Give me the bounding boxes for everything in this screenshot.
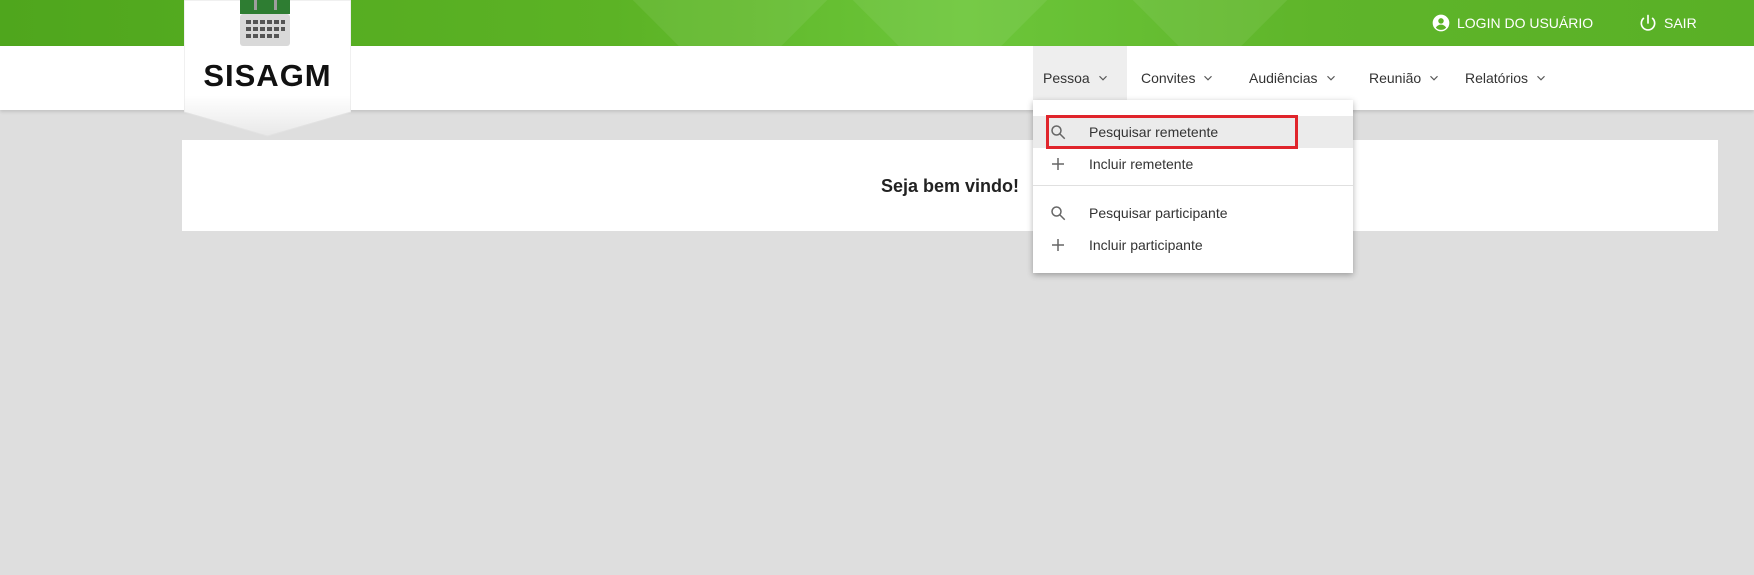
- nav-item-relatorios[interactable]: Relatórios: [1455, 46, 1558, 110]
- decorative-shape: [1082, 0, 1338, 46]
- menu-item-label: Incluir remetente: [1089, 156, 1194, 172]
- account-circle-icon: [1432, 14, 1450, 32]
- pessoa-dropdown-menu: Pesquisar remetente Incluir remetente Pe…: [1033, 100, 1353, 273]
- nav-item-label: Pessoa: [1043, 70, 1090, 86]
- nav-item-reuniao[interactable]: Reunião: [1359, 46, 1451, 110]
- plus-icon: [1052, 239, 1064, 251]
- login-label: LOGIN DO USUÁRIO: [1457, 15, 1594, 31]
- nav-item-label: Relatórios: [1465, 70, 1529, 86]
- power-icon: [1640, 14, 1656, 31]
- login-link[interactable]: LOGIN DO USUÁRIO: [1431, 0, 1593, 46]
- decorative-shape: [602, 0, 858, 46]
- search-icon: [1051, 206, 1066, 221]
- logout-label: SAIR: [1664, 15, 1697, 31]
- calendar-icon: [240, 0, 290, 46]
- menu-item-pesquisar-remetente[interactable]: Pesquisar remetente: [1033, 116, 1353, 148]
- chevron-down-icon: [1204, 75, 1213, 81]
- chevron-down-icon: [1098, 75, 1107, 81]
- chevron-down-icon: [1537, 75, 1545, 81]
- menu-divider: [1033, 185, 1353, 186]
- search-icon: [1051, 125, 1066, 140]
- logo-text: SISAGM: [203, 58, 332, 93]
- chevron-down-icon: [1430, 75, 1439, 81]
- nav-item-label: Audiências: [1249, 70, 1318, 86]
- logo[interactable]: SISAGM: [184, 0, 351, 137]
- menu-item-pesquisar-participante[interactable]: Pesquisar participante: [1033, 197, 1353, 229]
- decorative-shape: [822, 0, 1078, 46]
- menu-item-incluir-participante[interactable]: Incluir participante: [1033, 229, 1353, 261]
- nav-item-label: Reunião: [1369, 70, 1422, 86]
- menu-item-label: Pesquisar remetente: [1089, 124, 1219, 140]
- nav-item-label: Convites: [1141, 70, 1196, 86]
- plus-icon: [1052, 158, 1064, 170]
- welcome-text: Seja bem vindo!: [880, 176, 1020, 196]
- chevron-down-icon: [1326, 75, 1335, 81]
- logout-link[interactable]: SAIR: [1638, 0, 1697, 46]
- menu-item-incluir-remetente[interactable]: Incluir remetente: [1033, 148, 1353, 180]
- menu-item-label: Incluir participante: [1089, 237, 1203, 253]
- menu-item-label: Pesquisar participante: [1089, 205, 1228, 221]
- welcome-panel: Seja bem vindo!: [182, 140, 1718, 231]
